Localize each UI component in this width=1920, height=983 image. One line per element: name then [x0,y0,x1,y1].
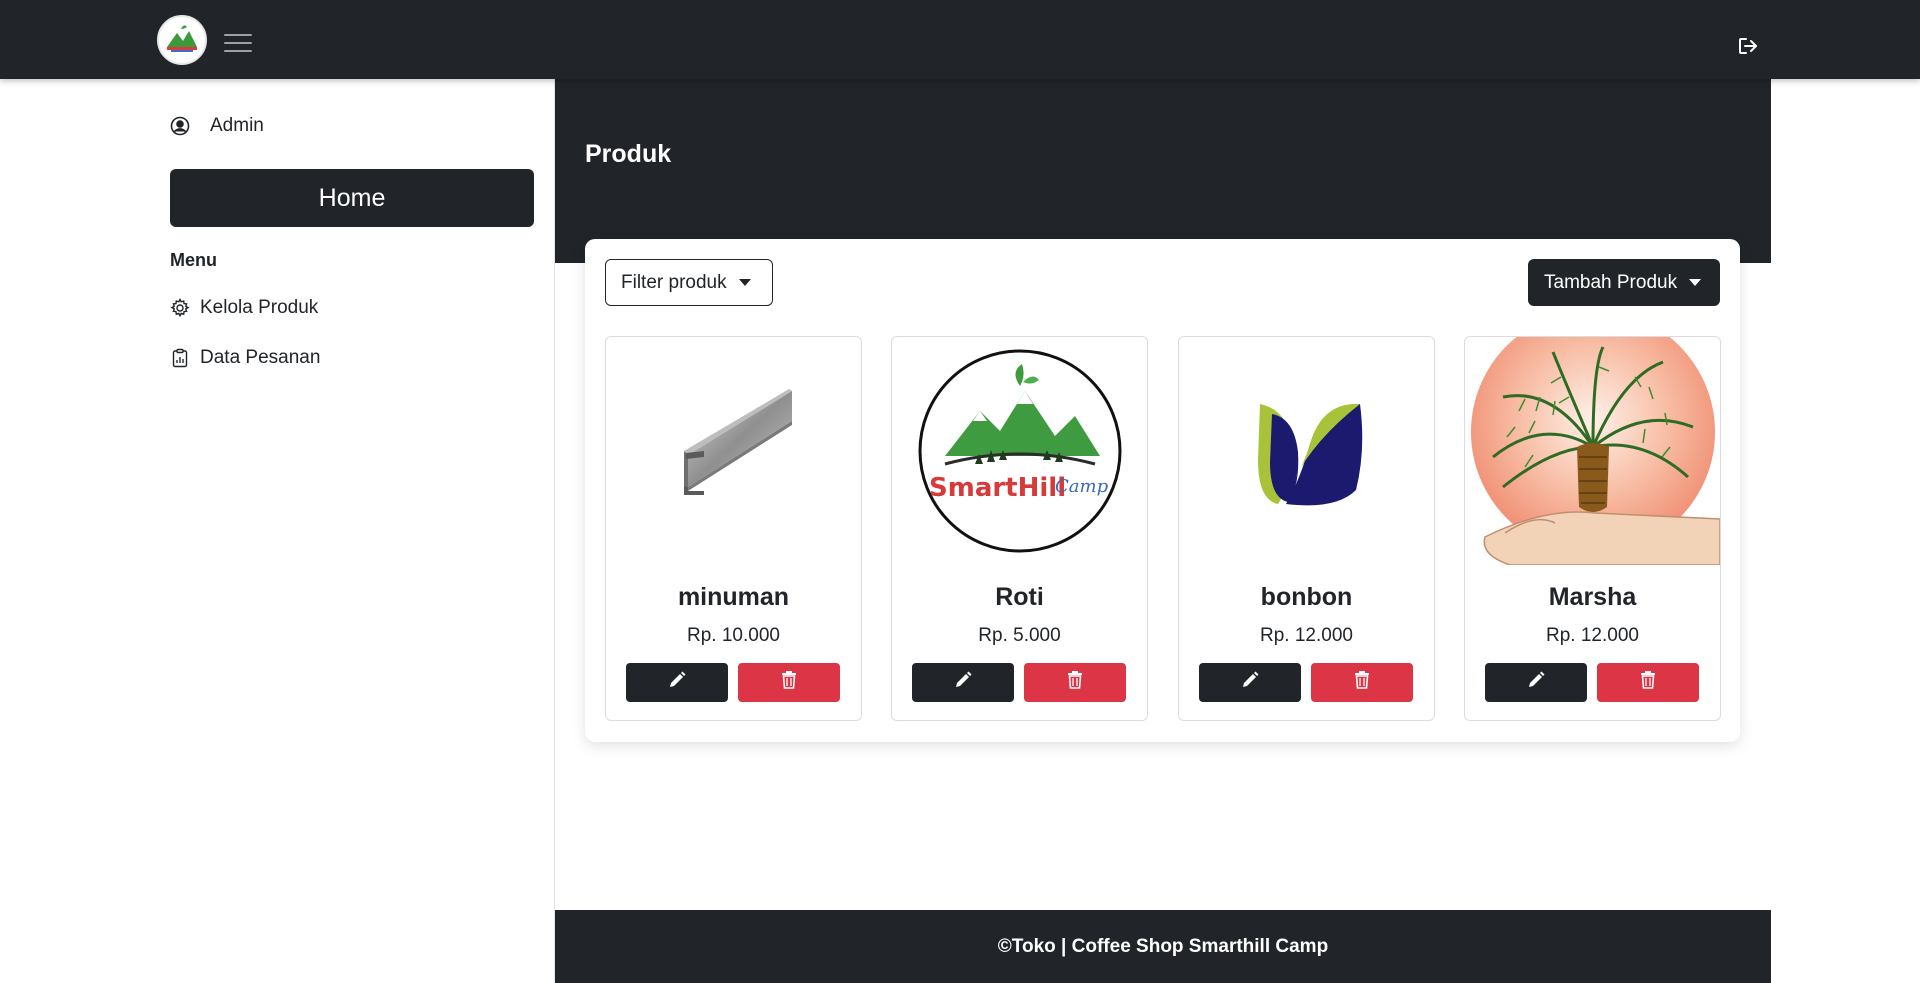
footer-text: ©Toko | Coffee Shop Smarthill Camp [997,935,1329,957]
add-product-dropdown[interactable]: Tambah Produk [1528,259,1720,306]
trash-icon [1067,671,1083,694]
product-name: Roti [995,583,1044,611]
product-card: SmartHill Camp Roti Rp. 5.000 [891,336,1148,721]
user-circle-icon [170,116,190,136]
edit-button[interactable] [1485,663,1587,702]
gear-icon [170,297,190,318]
pencil-icon [1241,671,1259,694]
clipboard-chart-icon [170,348,190,368]
footer: ©Toko | Coffee Shop Smarthill Camp [555,910,1771,983]
delete-button[interactable] [738,663,840,702]
delete-button[interactable] [1311,663,1413,702]
hamburger-icon[interactable] [224,32,252,54]
brand-logo[interactable] [157,15,207,65]
product-price: Rp. 10.000 [687,625,780,646]
leaf-logo-image [1179,337,1434,565]
pencil-icon [1527,671,1545,694]
chevron-down-icon [1689,279,1702,286]
palm-tree-image [1465,337,1720,565]
product-card: Marsha Rp. 12.000 [1464,336,1721,721]
filter-label: Filter produk [621,271,727,293]
logout-icon[interactable] [1736,34,1760,58]
trash-icon [1354,671,1370,694]
add-product-label: Tambah Produk [1544,271,1678,293]
top-navbar [0,0,1920,79]
sidebar-item-label: Kelola Produk [200,297,319,318]
sidebar-item-data-pesanan[interactable]: Data Pesanan [170,344,320,372]
product-price: Rp. 12.000 [1546,625,1639,646]
smarthill-camp-logo-image: SmartHill Camp [892,337,1147,565]
product-price: Rp. 5.000 [978,625,1061,646]
sidebar-user-name: Admin [210,115,264,136]
product-card: minuman Rp. 10.000 [605,336,862,721]
logo-text-camp: Camp [1055,476,1109,497]
delete-button[interactable] [1024,663,1126,702]
sidebar-user[interactable]: Admin [170,112,264,140]
edit-button[interactable] [1199,663,1301,702]
delete-button[interactable] [1597,663,1699,702]
product-name: Marsha [1548,583,1637,611]
sidebar-item-kelola-produk[interactable]: Kelola Produk [170,294,318,322]
product-name: minuman [677,583,790,611]
pencil-icon [954,671,972,694]
chevron-down-icon [738,279,751,286]
edit-button[interactable] [626,663,728,702]
page-title: Produk [585,140,672,168]
pencil-icon [668,671,686,694]
product-card: bonbon Rp. 12.000 [1178,336,1435,721]
menu-heading: Menu [170,250,217,270]
home-button[interactable]: Home [170,169,534,227]
product-name: bonbon [1260,583,1353,611]
product-price: Rp. 12.000 [1260,625,1353,646]
steel-channel-image [606,337,861,565]
filter-dropdown[interactable]: Filter produk [605,259,773,306]
edit-button[interactable] [912,663,1014,702]
sidebar-item-label: Data Pesanan [200,347,321,368]
trash-icon [1640,671,1656,694]
trash-icon [781,671,797,694]
logo-text: SmartHill [929,473,1066,503]
main-header [555,79,1771,263]
